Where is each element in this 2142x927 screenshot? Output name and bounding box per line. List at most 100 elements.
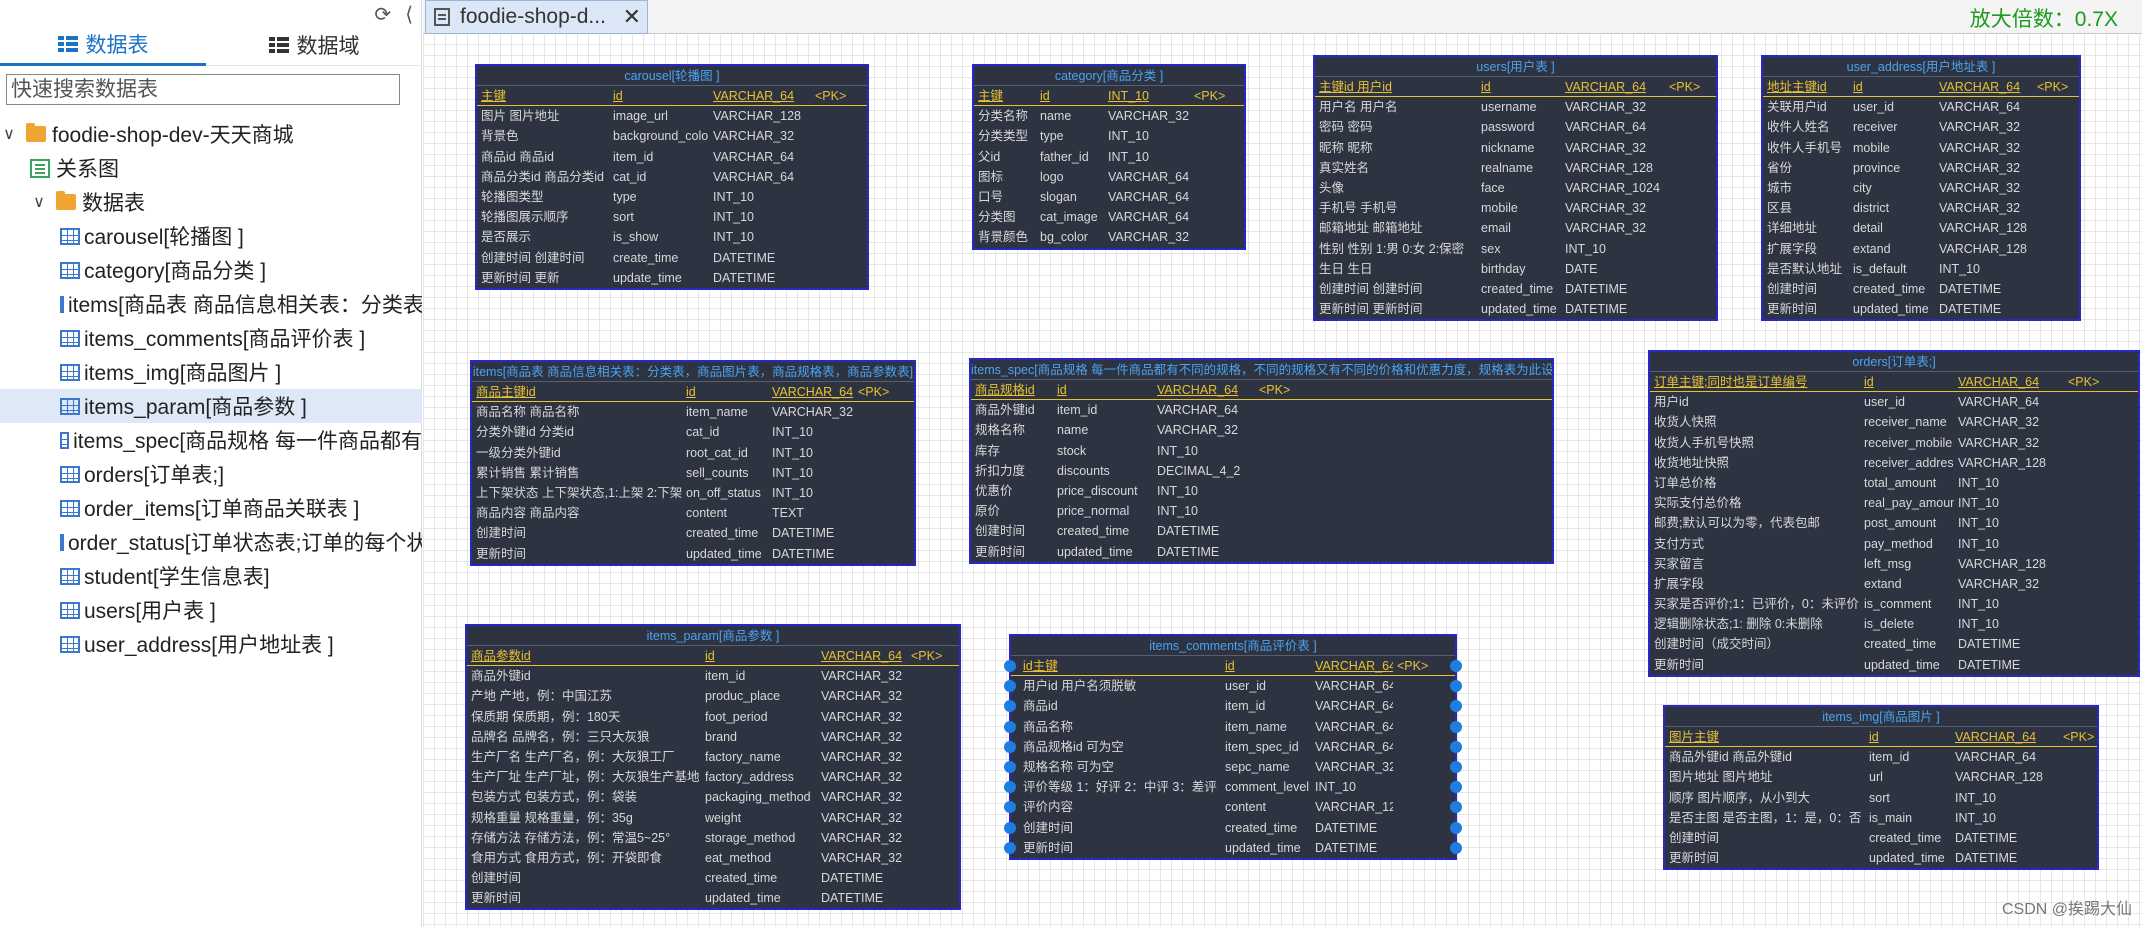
entity-column-row[interactable]: 原价 price_normal INT_10 xyxy=(971,501,1552,521)
entity-column-row[interactable]: 用户名 用户名 username VARCHAR_32 xyxy=(1315,97,1716,117)
entity-column-row[interactable]: 顺序 图片顺序，从小到大 sort INT_10 xyxy=(1665,788,2097,808)
entity-column-row[interactable]: 买家留言 left_msg VARCHAR_128 xyxy=(1650,554,2138,574)
entity-column-row[interactable]: 商品名称 item_name VARCHAR_64 xyxy=(1011,717,1455,737)
entity-column-row[interactable]: 订单总价格 total_amount INT_10 xyxy=(1650,473,2138,493)
entity-column-row[interactable]: 商品参数id id VARCHAR_64 <PK> xyxy=(467,646,959,667)
entity-column-row[interactable]: 生日 生日 birthday DATE xyxy=(1315,259,1716,279)
entity-column-row[interactable]: 逻辑删除状态;1: 删除 0:未删除 is_delete INT_10 xyxy=(1650,614,2138,634)
entity-column-row[interactable]: 省份 province VARCHAR_32 xyxy=(1763,158,2079,178)
entity-column-row[interactable]: 评价内容 content VARCHAR_128 xyxy=(1011,797,1455,817)
entity-column-row[interactable]: 累计销售 累计销售 sell_counts INT_10 xyxy=(472,463,914,483)
entity-column-row[interactable]: 产地 产地，例：中国江苏 produc_place VARCHAR_32 xyxy=(467,686,959,706)
entity-column-row[interactable]: 规格重量 规格重量，例：35g weight VARCHAR_32 xyxy=(467,808,959,828)
entity-column-row[interactable]: 分类名称 name VARCHAR_32 xyxy=(974,106,1244,126)
connection-handle[interactable] xyxy=(1450,761,1462,773)
entity-column-row[interactable]: 图标 logo VARCHAR_64 xyxy=(974,167,1244,187)
entity-column-row[interactable]: 更新时间 updated_time DATETIME xyxy=(1763,299,2079,319)
tree-table-item[interactable]: user_address[用户地址表 ] xyxy=(0,627,422,661)
entity-column-row[interactable]: 扩展字段 extand VARCHAR_128 xyxy=(1763,239,2079,259)
entity-column-row[interactable]: 创建时间 创建时间 created_time DATETIME xyxy=(1315,279,1716,299)
entity-column-row[interactable]: 邮费;默认可以为零，代表包邮 post_amount INT_10 xyxy=(1650,513,2138,533)
entity-column-row[interactable]: 更新时间 updated_time DATETIME xyxy=(467,888,959,908)
tree-project[interactable]: ∨ foodie-shop-dev-天天商城 xyxy=(0,117,422,151)
entity-column-row[interactable]: 存储方法 存储方法，例：常温5~25° storage_method VARCHAR… xyxy=(467,828,959,848)
entity-column-row[interactable]: 主键id 用户id id VARCHAR_64 <PK> xyxy=(1315,77,1716,98)
connection-handle[interactable] xyxy=(1450,700,1462,713)
entity-column-row[interactable]: 食用方式 食用方式，例：开袋即食 eat_method VARCHAR_32 xyxy=(467,848,959,868)
connection-handle[interactable] xyxy=(1450,660,1462,672)
entity-column-row[interactable]: 创建时间 created_time DATETIME xyxy=(472,523,914,543)
tree-table-item[interactable]: users[用户表 ] xyxy=(0,593,422,627)
entity-column-row[interactable]: 商品外键id item_id VARCHAR_32 xyxy=(467,666,959,686)
tree-folder-tables[interactable]: ∨ 数据表 xyxy=(0,185,422,219)
connection-handle[interactable] xyxy=(1450,781,1462,794)
connection-handle[interactable] xyxy=(1004,841,1016,854)
entity-column-row[interactable]: 商品规格id id VARCHAR_64 <PK> xyxy=(971,380,1552,401)
entity-column-row[interactable]: 商品规格id 可为空 item_spec_id VARCHAR_64 xyxy=(1011,737,1455,757)
entity-column-row[interactable]: 更新时间 updated_time DATETIME xyxy=(472,544,914,564)
diagram-canvas[interactable]: foodie-shop-d... ✕ 放大倍数：0.7X carousel[轮播图… xyxy=(423,0,2142,927)
entity-column-row[interactable]: 是否默认地址 is_default INT_10 xyxy=(1763,259,2079,279)
entity-column-row[interactable]: 图片主键 id VARCHAR_64 <PK> xyxy=(1665,727,2097,748)
entity-column-row[interactable]: 创建时间 创建时间 create_time DATETIME xyxy=(477,248,867,268)
entity-column-row[interactable]: 主键 id VARCHAR_64 <PK> xyxy=(477,86,867,107)
entity-column-row[interactable]: 商品id item_id VARCHAR_64 xyxy=(1011,696,1455,716)
entity-column-row[interactable]: 分类类型 type INT_10 xyxy=(974,126,1244,146)
chevron-down-icon[interactable]: ∨ xyxy=(30,192,48,212)
entity-column-row[interactable]: 图片 图片地址 image_url VARCHAR_128 xyxy=(477,106,867,126)
entity-column-row[interactable]: 创建时间 created_time DATETIME xyxy=(1763,279,2079,299)
entity-column-row[interactable]: 更新时间 updated_time DATETIME xyxy=(971,542,1552,562)
entity-column-row[interactable]: 更新时间 updated_time DATETIME xyxy=(1650,655,2138,675)
entity-column-row[interactable]: 手机号 手机号 mobile VARCHAR_32 xyxy=(1315,198,1716,218)
entity-column-row[interactable]: 扩展字段 extand VARCHAR_32 xyxy=(1650,574,2138,594)
entity-table-items[interactable]: items[商品表 商品信息相关表：分类表，商品图片表，商品规格表，商品参数表]… xyxy=(470,360,916,566)
entity-column-row[interactable]: 城市 city VARCHAR_32 xyxy=(1763,178,2079,198)
connection-handle[interactable] xyxy=(1450,740,1462,753)
entity-column-row[interactable]: 规格名称 可为空 sepc_name VARCHAR_32 xyxy=(1011,757,1455,777)
tab-tables[interactable]: 数据表 xyxy=(0,24,206,66)
entity-column-row[interactable]: 上下架状态 上下架状态,1:上架 2:下架 on_off_status INT_10 xyxy=(472,483,914,503)
entity-column-row[interactable]: 买家是否评价;1：已评价，0：未评价 is_comment INT_10 xyxy=(1650,594,2138,614)
entity-column-row[interactable]: 支付方式 pay_method INT_10 xyxy=(1650,534,2138,554)
tree-table-item[interactable]: order_status[订单状态表;订单的每个状 xyxy=(0,525,422,559)
entity-column-row[interactable]: 父id father_id INT_10 xyxy=(974,147,1244,167)
entity-table-items-comments[interactable]: items_comments[商品评价表 ] id主键 id VARCHAR_64 <P… xyxy=(1004,634,1462,860)
connection-handle[interactable] xyxy=(1004,761,1016,773)
tree-table-item[interactable]: items_comments[商品评价表 ] xyxy=(0,321,422,355)
entity-column-row[interactable]: 创建时间 created_time DATETIME xyxy=(1665,828,2097,848)
entity-column-row[interactable]: 折扣力度 discounts DECIMAL_4_2 xyxy=(971,461,1552,481)
tree-table-item[interactable]: items_spec[商品规格 每一件商品都有 xyxy=(0,423,422,457)
chevron-down-icon[interactable]: ∨ xyxy=(0,124,18,144)
entity-column-row[interactable]: 口号 slogan VARCHAR_64 xyxy=(974,187,1244,207)
entity-column-row[interactable]: 一级分类外键id root_cat_id INT_10 xyxy=(472,443,914,463)
entity-column-row[interactable]: 头像 face VARCHAR_1024 xyxy=(1315,178,1716,198)
entity-column-row[interactable]: 保质期 保质期，例：180天 foot_period VARCHAR_32 xyxy=(467,707,959,727)
connection-handle[interactable] xyxy=(1450,720,1462,733)
entity-column-row[interactable]: 更新时间 更新 update_time DATETIME xyxy=(477,268,867,288)
entity-table-orders[interactable]: orders[订单表;] 订单主键;同时也是订单编号 id VARCHAR_64 <PK… xyxy=(1648,350,2140,677)
entity-table-items-param[interactable]: items_param[商品参数 ] 商品参数id id VARCHAR_64 <PK>… xyxy=(465,624,961,911)
connection-handle[interactable] xyxy=(1004,740,1016,753)
entity-column-row[interactable]: 图片地址 图片地址 url VARCHAR_128 xyxy=(1665,767,2097,787)
tree-table-item[interactable]: orders[订单表;] xyxy=(0,457,422,491)
search-input[interactable] xyxy=(6,74,400,105)
tree-table-item[interactable]: order_items[订单商品关联表 ] xyxy=(0,491,422,525)
entity-column-row[interactable]: 生产厂址 生产厂址，例：大灰狼生产基地 factory_address VARCHA… xyxy=(467,767,959,787)
connection-handle[interactable] xyxy=(1004,660,1016,672)
document-tab[interactable]: foodie-shop-d... ✕ xyxy=(425,0,648,34)
entity-column-row[interactable]: 收件人手机号 mobile VARCHAR_32 xyxy=(1763,138,2079,158)
entity-column-row[interactable]: 商品id 商品id item_id VARCHAR_64 xyxy=(477,147,867,167)
entity-column-row[interactable]: 商品外键id item_id VARCHAR_64 xyxy=(971,400,1552,420)
entity-column-row[interactable]: 生产厂名 生产厂名，例：大灰狼工厂 factory_name VARCHAR_32 xyxy=(467,747,959,767)
entity-column-row[interactable]: 包装方式 包装方式，例：袋装 packaging_method VARCHAR_32 xyxy=(467,787,959,807)
tree-diagram[interactable]: 关系图 xyxy=(0,151,422,185)
tree-table-item[interactable]: student[学生信息表] xyxy=(0,559,422,593)
entity-column-row[interactable]: 商品主键id id VARCHAR_64 <PK> xyxy=(472,382,914,403)
entity-column-row[interactable]: 背景色 background_color VARCHAR_32 xyxy=(477,126,867,146)
connection-handle[interactable] xyxy=(1450,680,1462,693)
connection-handle[interactable] xyxy=(1450,821,1462,834)
entity-column-row[interactable]: 是否主图 是否主图，1：是，0：否 is_main INT_10 xyxy=(1665,808,2097,828)
entity-column-row[interactable]: 关联用户id user_id VARCHAR_64 xyxy=(1763,97,2079,117)
entity-column-row[interactable]: 库存 stock INT_10 xyxy=(971,441,1552,461)
tree-table-item[interactable]: items_img[商品图片 ] xyxy=(0,355,422,389)
